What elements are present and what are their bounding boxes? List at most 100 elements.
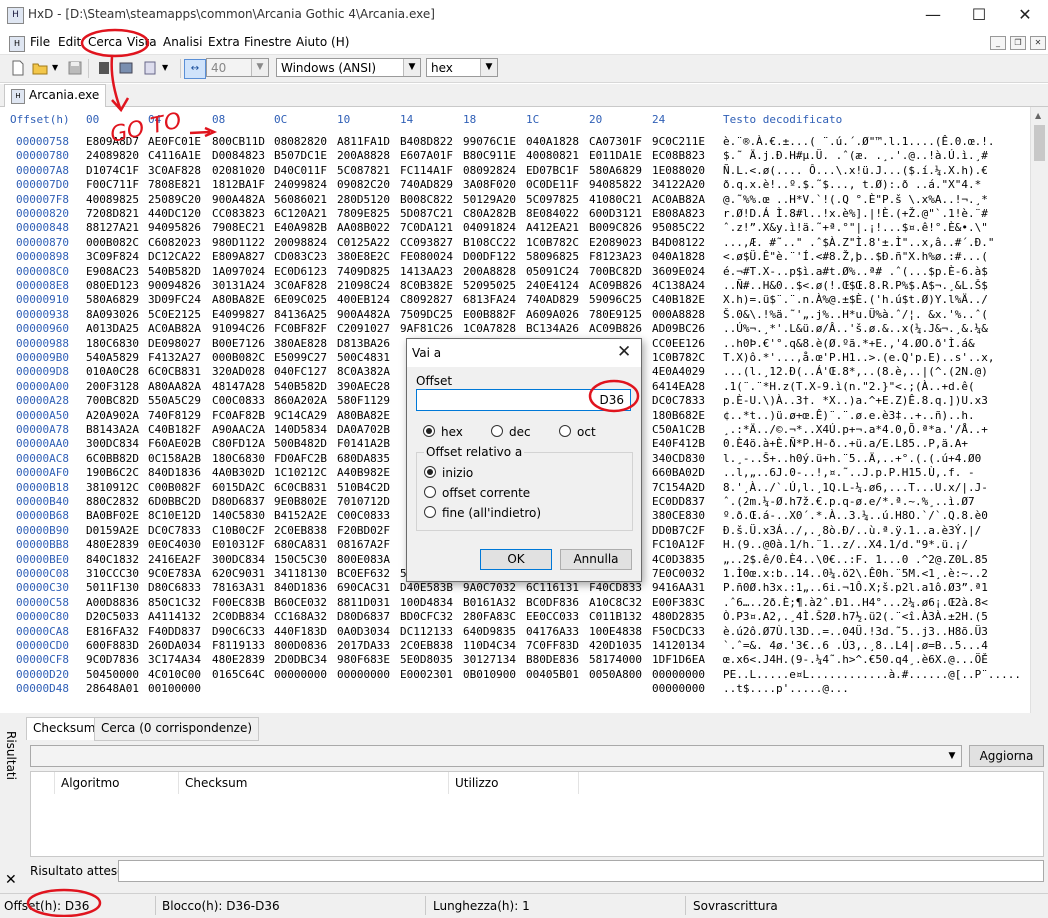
hex-bytes[interactable]: ED07BC1F — [526, 164, 579, 177]
hex-bytes[interactable]: FC10A12F — [652, 538, 705, 551]
hex-bytes[interactable]: 0C158A2B — [148, 452, 201, 465]
hex-bytes[interactable]: 09082C20 — [337, 178, 390, 191]
hex-bytes[interactable]: BC134A26 — [526, 322, 579, 335]
decoded-text[interactable]: Ò.P3¤.A2,.¸4Ì.Š2Ø.h7½.ü2(.¨<î.À3À.±2H.(5 — [723, 610, 988, 623]
hex-bytes[interactable]: A90AAC2A — [212, 423, 265, 436]
hex-bytes[interactable]: 3A08F020 — [463, 178, 516, 191]
hex-bytes[interactable]: 94095826 — [148, 221, 201, 234]
hex-bytes[interactable]: D0159A2E — [86, 524, 139, 537]
hex-bytes[interactable]: 6C0CB831 — [274, 481, 327, 494]
open-folder-icon[interactable] — [32, 60, 48, 76]
column-algorithm[interactable]: Algoritmo — [55, 772, 179, 794]
hex-bytes[interactable]: 9C14CA29 — [274, 409, 327, 422]
decoded-text[interactable]: º.ð.Œ.á-..X0´.*.À..3.¼..ú.H8O.`/`.Q.8.è0 — [723, 509, 988, 522]
hex-bytes[interactable]: 3C0AF828 — [148, 164, 201, 177]
hex-bytes[interactable]: 440F183D — [274, 625, 327, 638]
decoded-text[interactable]: „..2$.ê/0.È4..\0€..:F. 1...0 .^2@.Z0L.85 — [723, 553, 988, 566]
hex-bytes[interactable]: 5D087C21 — [400, 207, 453, 220]
hex-bytes[interactable]: 40080821 — [526, 149, 579, 162]
hex-bytes[interactable]: 2416EA2F — [148, 553, 201, 566]
hex-bytes[interactable]: 9C0C211E — [652, 135, 705, 148]
maximize-button[interactable]: ☐ — [956, 0, 1002, 30]
hex-bytes[interactable]: B009C826 — [589, 221, 642, 234]
decoded-text[interactable]: r.Ø!D.Á Ì.8#l..!x.è%].|!È.(+Ž.@"`.1!è.¨# — [723, 207, 988, 220]
hex-bytes[interactable]: C80FD12A — [212, 437, 265, 450]
hex-bytes[interactable]: 390AEC28 — [337, 380, 390, 393]
hex-bytes[interactable]: 140D5834 — [274, 423, 327, 436]
decoded-text[interactable]: 8.'¸À../`.Ú,l.¸1Q.L-¼.ø6,...T...U.x/|.J- — [723, 481, 988, 494]
hex-bytes[interactable]: 600F883D — [86, 639, 139, 652]
offset-input[interactable]: D36 — [416, 389, 631, 411]
bytes-per-row-icon[interactable]: ↔ — [184, 59, 206, 79]
column-checksum[interactable]: Checksum — [179, 772, 449, 794]
hex-bytes[interactable]: D00DF122 — [463, 250, 516, 263]
hex-bytes[interactable]: B80DE836 — [526, 653, 579, 666]
hex-bytes[interactable]: DD0B7C2F — [652, 524, 705, 537]
hex-bytes[interactable]: B4D08122 — [652, 236, 705, 249]
hex-bytes[interactable]: DE098027 — [148, 337, 201, 350]
hex-bytes[interactable]: AD09BC26 — [652, 322, 705, 335]
hex-bytes[interactable]: 800CB11D — [212, 135, 265, 148]
offset-base-select[interactable]: hex ▼ — [426, 58, 498, 77]
hex-bytes[interactable]: 6C0BB82D — [86, 452, 139, 465]
hex-bytes[interactable]: EC0D6123 — [274, 265, 327, 278]
hex-bytes[interactable]: C00C0833 — [212, 394, 265, 407]
hex-bytes[interactable]: 04176A33 — [526, 625, 579, 638]
hex-bytes[interactable]: 00000000 — [652, 682, 705, 695]
algorithm-select[interactable]: ▼ — [30, 745, 962, 767]
hex-bytes[interactable]: 4C0D3835 — [652, 553, 705, 566]
decoded-text[interactable]: X.h)=.ü$¨.¨.n.À%@.±$È.('h.ú$t.Ø)Y.l%Ä../ — [723, 293, 988, 306]
hex-bytes[interactable]: EC08B823 — [652, 149, 705, 162]
hex-bytes[interactable]: 640D9835 — [463, 625, 516, 638]
hex-bytes[interactable]: 6813FA24 — [463, 293, 516, 306]
hex-bytes[interactable]: EC0DD837 — [652, 495, 705, 508]
hex-bytes[interactable]: 1C10212C — [274, 466, 327, 479]
hex-bytes[interactable]: 4C138A24 — [652, 279, 705, 292]
hex-bytes[interactable]: 08167A2F — [337, 538, 390, 551]
menu-view[interactable]: Vista — [127, 35, 157, 49]
hex-bytes[interactable]: 040A1828 — [526, 135, 579, 148]
hex-bytes[interactable]: 95085C22 — [652, 221, 705, 234]
hex-bytes[interactable]: 0B010900 — [463, 668, 516, 681]
hex-bytes[interactable]: F00C711F — [86, 178, 139, 191]
hex-bytes[interactable]: 4A0B302D — [212, 466, 265, 479]
hex-bytes[interactable]: 540A5829 — [86, 351, 139, 364]
hex-bytes[interactable]: 50450000 — [86, 668, 139, 681]
hex-bytes[interactable]: 550A5C29 — [148, 394, 201, 407]
hex-bytes[interactable]: 180B682E — [652, 409, 705, 422]
decoded-text[interactable]: `.ˆ=&. 4ø.'3€..6 .Ú3,.¸8..L4|.ø=B..5...4 — [723, 639, 988, 652]
hex-bytes[interactable]: 4E0A4029 — [652, 365, 705, 378]
hex-bytes[interactable]: CA07301F — [589, 135, 642, 148]
hex-bytes[interactable]: 340CD830 — [652, 452, 705, 465]
hex-bytes[interactable]: 300DC834 — [86, 437, 139, 450]
hex-bytes[interactable]: 84136A25 — [274, 308, 327, 321]
hex-bytes[interactable]: DC0C7833 — [148, 524, 201, 537]
hex-bytes[interactable]: 04091824 — [463, 221, 516, 234]
hex-bytes[interactable]: B408D822 — [400, 135, 453, 148]
hex-bytes[interactable]: FC0AF82B — [212, 409, 265, 422]
hex-bytes[interactable]: 7809E825 — [337, 207, 390, 220]
vertical-scrollbar[interactable]: ▲ — [1030, 107, 1048, 713]
hex-bytes[interactable]: 380E8E2C — [337, 250, 390, 263]
hex-bytes[interactable]: 510B4C2D — [337, 481, 390, 494]
hex-bytes[interactable]: 6C116131 — [526, 581, 579, 594]
menu-extra[interactable]: Extra — [208, 35, 240, 49]
hex-bytes[interactable]: 41080C21 — [589, 193, 642, 206]
decoded-text[interactable]: œ.x6<.J4H.(9-.¼4˜.h>^.€50.q4¸.è6X.@...ÖĚ — [723, 653, 988, 666]
hex-bytes[interactable]: 600D3121 — [589, 207, 642, 220]
hex-bytes[interactable]: CC083823 — [212, 207, 265, 220]
hex-bytes[interactable]: 7C0DA121 — [400, 221, 453, 234]
hex-bytes[interactable]: C00C0833 — [337, 509, 390, 522]
hex-bytes[interactable]: DA0A702B — [337, 423, 390, 436]
hex-bytes[interactable]: C50A1C2B — [652, 423, 705, 436]
hex-bytes[interactable]: 140C5830 — [212, 509, 265, 522]
hex-bytes[interactable]: D40C011F — [274, 164, 327, 177]
hex-bytes[interactable]: 28648A01 — [86, 682, 139, 695]
hex-bytes[interactable]: 48147A28 — [212, 380, 265, 393]
hex-bytes[interactable]: FC0BF82F — [274, 322, 327, 335]
document-icon[interactable]: H — [9, 36, 25, 52]
hex-bytes[interactable]: 00405B01 — [526, 668, 579, 681]
hex-bytes[interactable]: 2D0DBC34 — [274, 653, 327, 666]
hex-bytes[interactable]: 980F683E — [337, 653, 390, 666]
new-file-icon[interactable] — [10, 60, 26, 76]
